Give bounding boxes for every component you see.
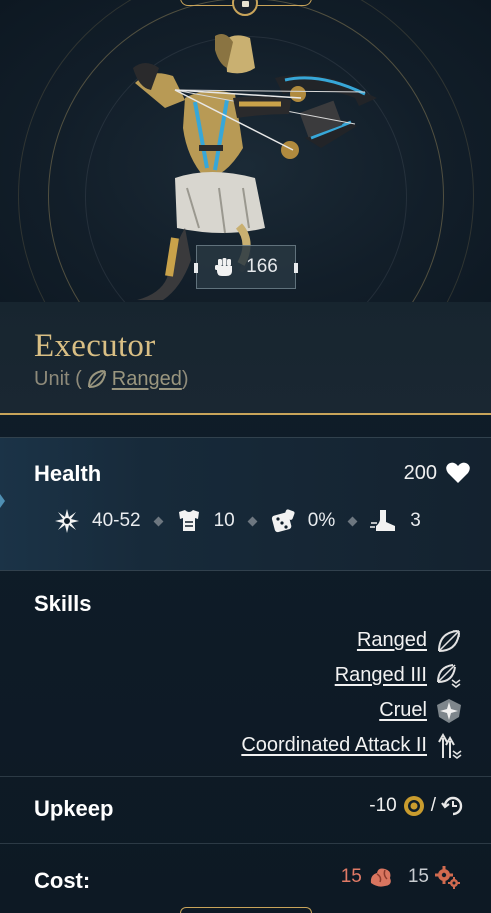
stats-row: 40-52 10 0% 3	[54, 505, 454, 537]
stat-separator	[347, 516, 358, 526]
bow-icon	[87, 370, 106, 388]
stat-separator	[247, 516, 258, 526]
crit-chance-stat[interactable]: 0%	[270, 508, 335, 534]
skill-label[interactable]: Coordinated Attack II	[241, 734, 427, 757]
power-value: 166	[246, 256, 278, 277]
upkeep-amount: -10	[369, 795, 397, 816]
turn-cycle-icon	[441, 796, 463, 816]
heart-icon	[446, 462, 470, 483]
damage-value: 40-52	[92, 510, 141, 531]
unit-type-prefix: Unit (	[34, 367, 82, 390]
skills-title: Skills	[34, 591, 92, 616]
star-shield-icon	[437, 698, 461, 723]
unit-type-suffix: )	[181, 367, 189, 390]
armor-icon	[178, 510, 199, 531]
health-section	[0, 437, 491, 571]
gears-icon	[435, 866, 460, 889]
health-title: Health	[34, 461, 102, 486]
skill-item[interactable]: Ranged	[357, 626, 463, 655]
unit-type-line: Unit ( Ranged )	[34, 367, 189, 391]
power-badge: 166	[194, 245, 298, 289]
gold-coin-icon	[403, 796, 424, 816]
cost-amount-b: 15	[407, 866, 429, 887]
stat-separator	[153, 516, 164, 526]
upkeep-title: Upkeep	[34, 796, 114, 821]
boot-icon	[370, 510, 396, 531]
health-value-text: 200	[403, 461, 437, 484]
section-marker	[0, 494, 5, 508]
health-value: 200	[404, 461, 471, 485]
skill-list: Ranged Ranged III Cruel Coordinated Atta…	[241, 626, 463, 760]
skill-item[interactable]: Ranged III	[335, 661, 463, 690]
crit-value: 0%	[307, 510, 336, 531]
unit-info-panel: 166 Executor Unit ( Ranged ) Health 200	[0, 0, 491, 913]
skill-item[interactable]: Cruel	[379, 696, 463, 725]
bow-icon	[438, 629, 460, 652]
damage-stat[interactable]: 40-52	[54, 508, 141, 534]
movement-value: 3	[410, 510, 421, 531]
skill-item[interactable]: Coordinated Attack II	[241, 731, 463, 760]
skill-label[interactable]: Ranged	[357, 629, 427, 652]
bow-chevrons-icon	[437, 663, 461, 688]
burst-damage-icon	[55, 509, 79, 533]
arrows-up-icon	[438, 732, 462, 759]
upkeep-separator: /	[430, 795, 436, 816]
skill-label[interactable]: Ranged III	[335, 664, 427, 687]
unit-portrait: 166	[0, 0, 491, 302]
armor-stat[interactable]: 10	[176, 508, 235, 534]
cost-title: Cost:	[34, 868, 91, 893]
unit-class-link[interactable]: Ranged	[112, 368, 182, 391]
armor-value: 10	[213, 510, 235, 531]
fist-icon	[215, 258, 233, 276]
skill-label[interactable]: Cruel	[379, 699, 427, 722]
movement-stat[interactable]: 3	[370, 508, 421, 534]
ore-resource-icon	[370, 868, 391, 887]
unit-name: Executor	[34, 328, 156, 364]
cost-amount-a: 15	[340, 866, 362, 887]
bottom-tab-frame	[180, 907, 312, 913]
dice-icon	[271, 509, 295, 533]
upkeep-value: -10 /	[369, 794, 465, 818]
cost-row: 15 15	[341, 865, 461, 889]
